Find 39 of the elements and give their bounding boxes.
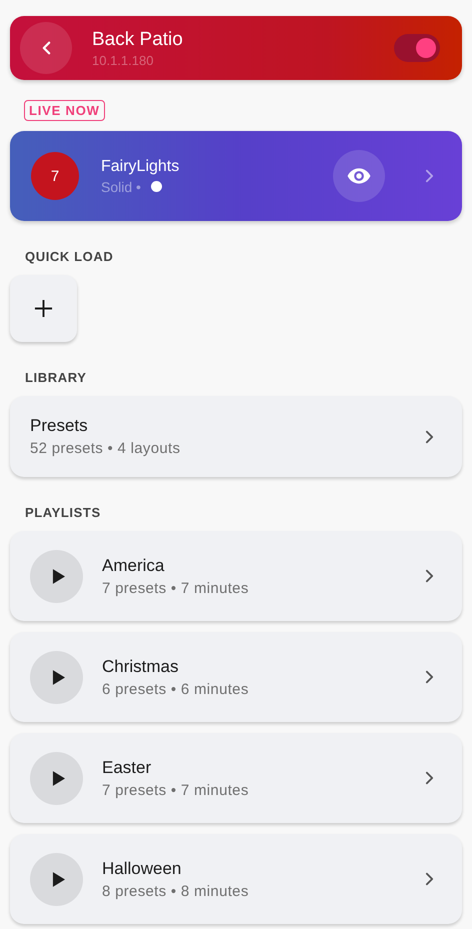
- section-heading: QUICK LOAD: [25, 249, 114, 264]
- play-icon: [52, 568, 64, 584]
- item-details: 8 presets • 8 minutes: [102, 882, 250, 900]
- playlist-card[interactable]: Easter 7 presets • 7 minutes: [10, 733, 462, 823]
- item-title: Christmas: [102, 656, 180, 676]
- chevron-icon: [425, 872, 434, 886]
- item-details: 7 presets • 7 minutes: [102, 782, 250, 798]
- item-title: Halloween: [102, 858, 182, 878]
- item-title: America: [102, 556, 166, 576]
- plus-icon: [34, 299, 53, 318]
- play-icon: [52, 770, 64, 786]
- chevron-icon: [425, 430, 434, 444]
- preset-number: 7: [31, 152, 79, 200]
- play-icon: [52, 872, 64, 886]
- preset-name: FairyLights: [101, 158, 180, 176]
- device-name: Back Patio: [92, 28, 184, 50]
- live-badge: LIVE NOW: [24, 100, 105, 121]
- chevron-icon: [425, 569, 434, 583]
- back-icon: [42, 41, 50, 55]
- play-icon: [52, 670, 64, 684]
- playlist-card[interactable]: Christmas 6 presets • 6 minutes: [10, 632, 462, 722]
- live-card[interactable]: 7 FairyLights Solid •: [10, 131, 462, 221]
- item-details: 52 presets • 4 layouts: [30, 440, 182, 457]
- chevron-icon: [425, 670, 434, 684]
- playlist-card[interactable]: America 7 presets • 7 minutes: [10, 531, 462, 621]
- chevron-icon: [425, 169, 434, 183]
- chevron-icon: [425, 771, 434, 785]
- device-address: 10.1.1.180: [92, 52, 154, 68]
- view-button[interactable]: [333, 150, 385, 202]
- effect-label: Solid •: [101, 178, 141, 194]
- library-card[interactable]: Presets 52 presets • 4 layouts: [10, 396, 462, 477]
- power-switch[interactable]: [394, 34, 440, 62]
- playlist-card[interactable]: Halloween 8 presets • 8 minutes: [10, 834, 462, 924]
- item-title: Presets: [30, 416, 89, 436]
- section-heading: LIBRARY: [25, 370, 88, 385]
- item-details: 7 presets • 7 minutes: [102, 580, 250, 596]
- section-heading: PLAYLISTS: [25, 505, 102, 520]
- item-details: 6 presets • 6 minutes: [102, 680, 250, 698]
- item-title: Easter: [102, 758, 152, 778]
